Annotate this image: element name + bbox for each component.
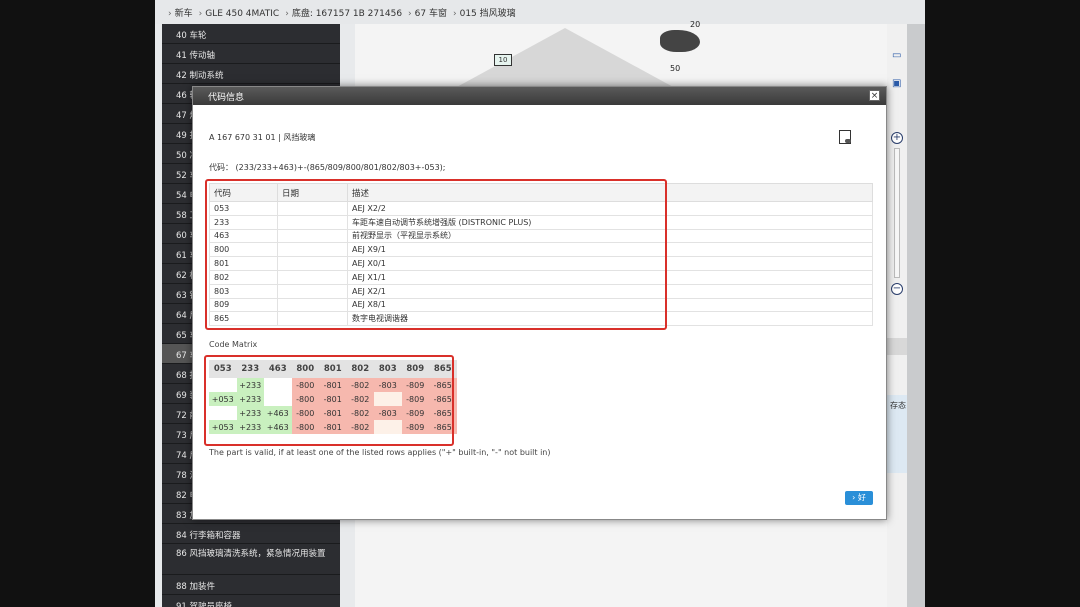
diagram-callout-50[interactable]: 50: [670, 64, 680, 73]
diagram-callout-20[interactable]: 20: [690, 20, 700, 29]
chevron-right-icon: ›: [408, 9, 412, 19]
validity-note: The part is valid, if at least one of th…: [209, 448, 551, 457]
breadcrumb-item[interactable]: 015 挡风玻璃: [460, 9, 516, 19]
zoom-out-icon[interactable]: −: [891, 283, 903, 295]
diagram-windshield-shape: [455, 28, 675, 88]
right-toolbar: [887, 24, 907, 607]
sidebar-item[interactable]: 91 驾驶员座椅: [162, 595, 340, 607]
zoom-slider[interactable]: [894, 148, 900, 278]
diagram-part-shape: [660, 30, 700, 52]
breadcrumb-item[interactable]: 底盘: 167157 1B 271456: [292, 9, 402, 19]
part-number-title: A 167 670 31 01 | 风挡玻璃: [209, 133, 316, 142]
code-info-dialog: 代码信息 × A 167 670 31 01 | 风挡玻璃 代码： (233/2…: [192, 86, 887, 520]
chevron-right-icon: ›: [198, 9, 203, 19]
highlight-box-code-matrix: [204, 355, 454, 446]
breadcrumb-item[interactable]: 67 车窗: [415, 9, 447, 19]
chevron-right-icon: ›: [285, 9, 289, 19]
highlight-box-code-table: [205, 179, 667, 330]
dialog-title: 代码信息: [208, 93, 245, 103]
breadcrumb-item[interactable]: 新车: [175, 9, 193, 19]
comment-icon[interactable]: ▭: [892, 50, 901, 61]
ok-button[interactable]: › 好: [845, 491, 873, 505]
dialog-header: 代码信息 ×: [193, 87, 886, 105]
stock-status-panel: 存态: [887, 395, 907, 473]
diagram-callout-10[interactable]: 10: [494, 54, 512, 66]
sidebar-item[interactable]: 41 传动轴: [162, 44, 340, 64]
sidebar-item[interactable]: 88 加装件: [162, 575, 340, 595]
sidebar-item[interactable]: 42 制动系统: [162, 64, 340, 84]
zoom-in-icon[interactable]: +: [891, 132, 903, 144]
sidebar-item[interactable]: 86 风挡玻璃清洗系统，紧急情况用装置: [162, 544, 340, 575]
breadcrumb-item[interactable]: GLE 450 4MATIC: [205, 9, 279, 19]
code-matrix-label: Code Matrix: [209, 340, 258, 349]
sidebar-item[interactable]: 84 行李箱和容器: [162, 524, 340, 544]
chevron-right-icon: ›: [168, 9, 172, 19]
chevron-right-icon: ›: [452, 9, 457, 19]
panel-divider: [887, 338, 907, 355]
right-scrollbar[interactable]: [907, 24, 925, 607]
close-icon[interactable]: ×: [869, 90, 880, 101]
code-expression: 代码： (233/233+463)+-(865/809/800/801/802/…: [209, 163, 446, 172]
save-icon[interactable]: ▣: [892, 78, 901, 89]
vehicle-document-icon[interactable]: [839, 130, 851, 144]
breadcrumb: › 新车 › GLE 450 4MATIC › 底盘: 167157 1B 271456 ›…: [155, 0, 925, 24]
sidebar-item[interactable]: 40 车轮: [162, 24, 340, 44]
